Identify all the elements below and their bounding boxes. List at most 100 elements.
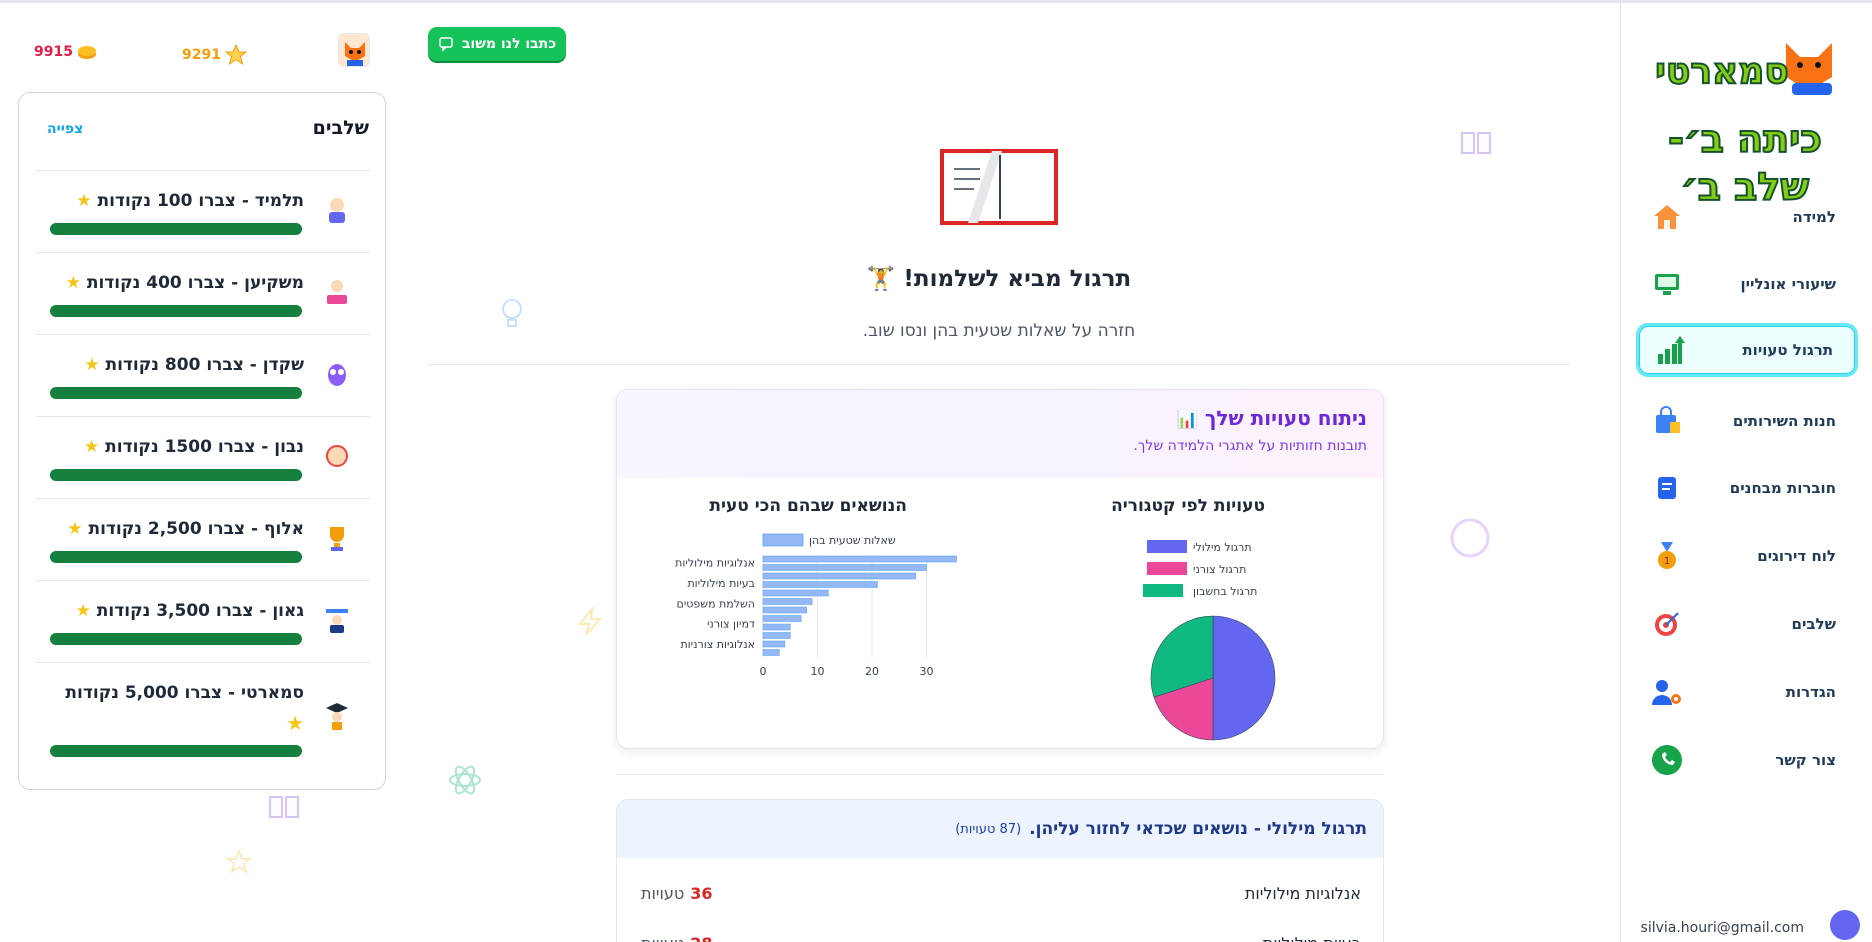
legend-label: תרגול בחשבון [1193,585,1257,598]
category-label: דמיון צורני [707,618,755,631]
topics-header: תרגול מילולי - נושאים שכדאי לחזור עליהן.… [617,800,1383,858]
user-email: silvia.houri@gmail.com [1640,920,1804,936]
category-label: השלמת משפטים [677,597,755,610]
tick-label: 20 [865,665,879,678]
whatsapp-icon [1650,743,1684,777]
nav-item-settings[interactable]: הגדרות [1636,665,1858,719]
bar-chart-up-icon [1653,333,1687,367]
legend-label: תרגול צורני [1193,563,1246,576]
level-item: אלוף - צברו 2,500 נקודות ★ [36,498,370,580]
topic-errors: 28 טעויות [641,934,712,942]
graduate-icon [326,703,348,730]
topics-count: (87 טעויות) [955,821,1022,837]
booklet-icon [1650,471,1684,505]
nav-item-online-lessons[interactable]: שיעורי אונליין [1636,257,1858,311]
feedback-button[interactable]: כתבו לנו משוב [428,27,566,61]
error-analysis-card: ניתוח טעויות שלך 📊 תובנות חזותיות על אתג… [616,389,1384,749]
bar [762,589,829,597]
svg-text:1: 1 [1664,556,1670,567]
star-icon: ★ [75,601,91,621]
level-label: נבון - צברו 1500 נקודות ★ [83,437,304,457]
level-item: גאון - צברו 3,500 נקודות ★ [36,580,370,662]
bar [762,649,780,656]
level-label: שקדן - צברו 800 נקודות ★ [84,355,304,375]
star-icon: ★ [84,355,100,375]
topics-card: תרגול מילולי - נושאים שכדאי לחזור עליהן.… [616,799,1384,942]
nav-item-label: חנות השירותים [1732,412,1836,430]
tick-label: 10 [811,665,825,678]
notebook-icon [940,149,1058,225]
house-icon [1650,200,1684,234]
nav-item-services-shop[interactable]: חנות השירותים [1636,394,1858,448]
levels-title: שלבים [312,117,369,139]
category-label: בעיות מילוליות [687,577,755,590]
topics-title: תרגול מילולי - נושאים שכדאי לחזור עליהן. [1029,819,1367,839]
bar [762,615,802,622]
analysis-title-text: ניתוח טעויות שלך [1204,406,1367,430]
topic-errors: 36טעויות [641,884,712,903]
level-label: אלוף - צברו 2,500 נקודות ★ [67,519,304,539]
divider [428,364,1570,365]
laptop-student-icon [327,280,347,304]
student-icon [329,198,345,223]
profile-picture[interactable] [338,33,370,67]
topic-row[interactable]: בעיות מילוליות 28 טעויות [617,923,1383,942]
bar-chart: שאלות שטעית בהן אנלוגיות מילוליות בעיות מי… [675,533,957,678]
category-label: אנלוגיות צורניות [680,638,755,651]
topic-row[interactable]: אנלוגיות מילוליות 36טעויות [617,873,1383,913]
stars-value: 9291 [182,47,221,63]
owl-icon [328,364,346,386]
page-title: תרגול מביא לשלמות! 🏋 [428,265,1570,292]
analysis-subtitle: תובנות חזותיות על אתגרי הלמידה שלך. [1133,438,1367,454]
star-icon: ★ [83,437,100,457]
genius-icon [326,609,348,633]
star-icon [224,43,248,66]
topic-error-count: 28 [690,934,712,942]
bar [762,632,791,639]
brand-logo[interactable]: סמארטי [1652,33,1852,103]
bar-chart-title: הנושאים שבהם הכי טעית [709,496,907,516]
pie-slice [1212,615,1276,741]
app-root: 9915 9291 שלבים צפייה תלמיד - צברו 100 נ… [0,0,1872,942]
nav-item-label: לוח דירוגים [1757,547,1836,565]
open-book-icon [269,796,299,818]
sidebar: סמארטי כיתה ב׳-שלב ב׳ למידה שיעורי אונלי… [1620,3,1872,942]
bar [762,623,791,631]
brand-name: סמארטי [1655,51,1788,92]
legend-swatch [1143,584,1183,597]
star-outline-icon [226,849,252,874]
nav-item-label: למידה [1792,208,1836,226]
nav-item-leaderboard[interactable]: לוח דירוגים 1 [1636,529,1858,583]
user-settings-icon [1650,675,1684,709]
levels-view-link[interactable]: צפייה [47,121,83,137]
nav-item-test-booklets[interactable]: חוברות מבחנים [1636,461,1858,515]
message-icon [439,37,453,52]
topic-error-count: 36 [690,883,713,903]
level-label: סמארטי - צברו 5,000 נקודות [65,683,304,703]
nav-item-levels[interactable]: שלבים [1636,597,1858,651]
page-subtitle: חזרה על שאלות שטעית בהן ונסו שוב. [862,321,1136,341]
stats-bar: 9915 9291 [0,3,400,89]
fox-avatar-icon [345,42,365,66]
star-icon: ★ [65,273,81,293]
topic-name: בעיות מילוליות [1263,934,1361,942]
nav-item-label: שלבים [1791,615,1836,633]
star-icon: ★ [67,519,83,539]
legend-swatch [1147,540,1187,553]
nav-item-error-practice[interactable]: תרגול טעויות [1636,323,1858,377]
bar [762,564,927,571]
nav-item-label: שיעורי אונליין [1740,275,1836,293]
nav-item-label: הגדרות [1785,683,1836,701]
topic-error-unit: טעויות [641,934,684,942]
level-progress-bar [50,305,302,317]
nav-item-label: תרגול טעויות [1742,341,1833,359]
user-avatar[interactable] [1830,910,1860,940]
nav-item-learning[interactable]: למידה [1636,190,1858,244]
feedback-button-label: כתבו לנו משוב [461,36,557,52]
pie-chart-title: טעויות לפי קטגוריה [1111,496,1265,516]
category-label: אנלוגיות מילוליות [675,557,755,570]
nav-item-contact[interactable]: צור קשר [1636,733,1858,787]
star-icon: ★ [286,711,304,735]
legend-swatch [1147,562,1187,575]
tick-label: 0 [760,665,767,678]
